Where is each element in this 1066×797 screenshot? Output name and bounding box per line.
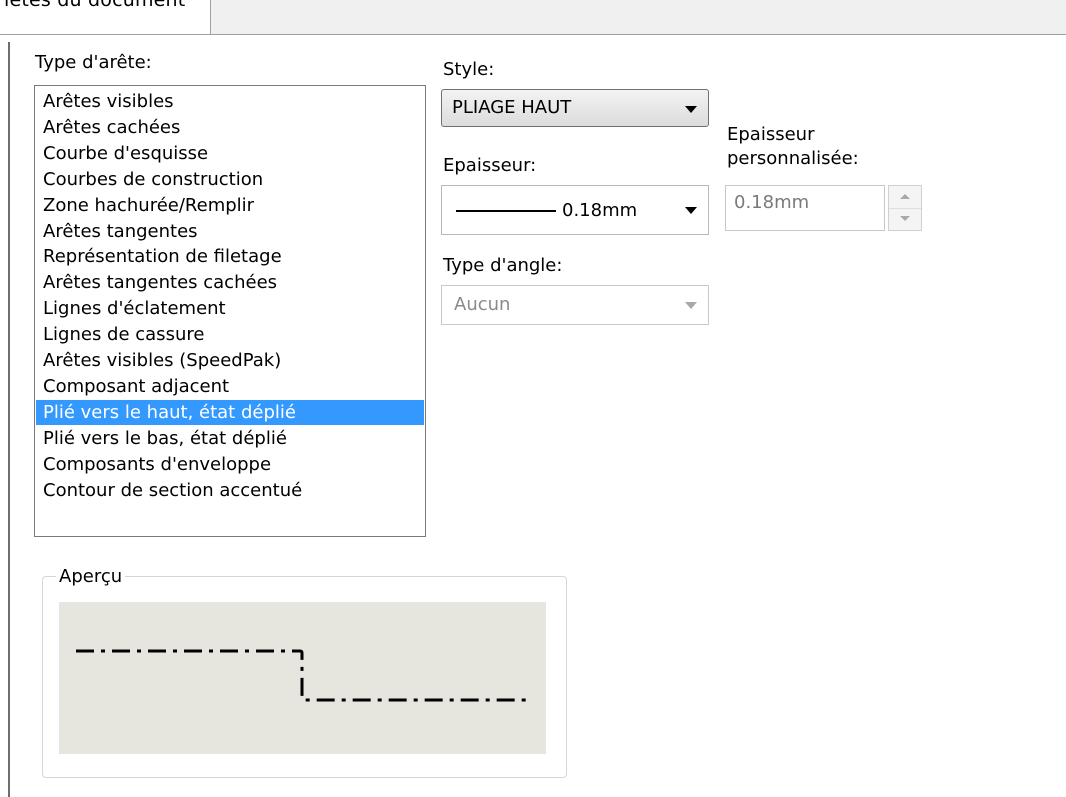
chevron-down-icon	[685, 207, 697, 214]
chevron-down-icon	[685, 302, 697, 309]
tab-label: iétés du document	[4, 0, 186, 11]
panel-divider	[8, 42, 10, 797]
style-value: PLIAGE HAUT	[452, 97, 572, 118]
list-item[interactable]: Courbes de construction	[36, 167, 424, 192]
arrow-down-icon	[900, 216, 910, 221]
custom-thickness-label-line2: personnalisée:	[727, 148, 859, 169]
list-item[interactable]: Contour de section accentué	[36, 478, 424, 503]
list-item[interactable]: Lignes d'éclatement	[36, 296, 424, 321]
tab-strip: iétés du document	[0, 0, 1066, 35]
list-item[interactable]: Courbe d'esquisse	[36, 141, 424, 166]
list-item[interactable]: Représentation de filetage	[36, 244, 424, 269]
list-item[interactable]: Zone hachurée/Remplir	[36, 193, 424, 218]
list-item[interactable]: Arêtes cachées	[36, 115, 424, 140]
preview-title: Aperçu	[56, 566, 126, 587]
angle-type-label: Type d'angle:	[443, 255, 563, 276]
style-label: Style:	[443, 59, 495, 80]
bend-up-line-preview	[76, 649, 529, 702]
thickness-value: 0.18mm	[562, 200, 638, 221]
list-item[interactable]: Composants d'enveloppe	[36, 452, 424, 477]
list-item[interactable]: Lignes de cassure	[36, 322, 424, 347]
style-dropdown[interactable]: PLIAGE HAUT	[441, 89, 709, 127]
arrow-up-icon	[900, 194, 910, 199]
spin-down-button[interactable]	[889, 208, 921, 230]
custom-thickness-label-line1: Epaisseur	[727, 124, 815, 145]
list-item[interactable]: Arêtes tangentes	[36, 219, 424, 244]
edge-type-label: Type d'arête:	[35, 52, 152, 73]
custom-thickness-input[interactable]	[725, 185, 885, 231]
list-item[interactable]: Composant adjacent	[36, 374, 424, 399]
angle-type-dropdown[interactable]: Aucun	[441, 285, 709, 325]
thickness-label: Epaisseur:	[443, 155, 537, 176]
tab-document-properties[interactable]: iétés du document	[0, 0, 211, 34]
preview-canvas	[59, 602, 546, 754]
list-item[interactable]: Arêtes visibles	[36, 89, 424, 114]
spin-up-button[interactable]	[889, 186, 921, 209]
list-item[interactable]: Plié vers le haut, état déplié	[36, 399, 424, 425]
thickness-spinner[interactable]	[888, 185, 922, 231]
list-item[interactable]: Arêtes tangentes cachées	[36, 270, 424, 295]
edge-type-listbox[interactable]: Arêtes visibles Arêtes cachées Courbe d'es…	[34, 85, 426, 537]
list-item[interactable]: Plié vers le bas, état déplié	[36, 426, 424, 451]
chevron-down-icon	[685, 106, 697, 113]
thickness-dropdown[interactable]: 0.18mm	[441, 185, 709, 235]
list-item[interactable]: Arêtes visibles (SpeedPak)	[36, 348, 424, 373]
line-sample	[456, 210, 556, 212]
angle-type-value: Aucun	[454, 294, 511, 315]
